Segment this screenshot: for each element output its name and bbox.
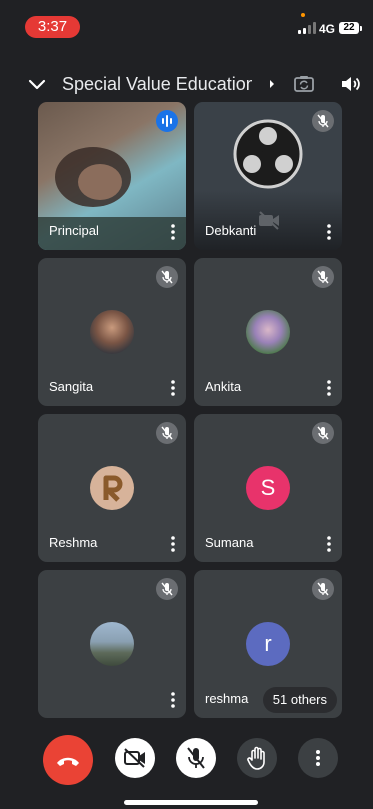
more-options-button[interactable] [298, 738, 338, 778]
participant-avatar [246, 310, 290, 354]
mic-off-icon [317, 114, 329, 128]
privacy-indicator [301, 13, 305, 17]
switch-camera-icon[interactable] [292, 72, 316, 96]
participant-avatar [90, 622, 134, 666]
participant-name: Reshma [49, 535, 98, 550]
more-vert-icon [316, 750, 320, 766]
participant-name: Debkanti [205, 223, 257, 238]
muted-indicator [156, 422, 178, 444]
participant-name: Principal [49, 223, 99, 238]
participant-tile-sangita[interactable]: Sangita [38, 258, 186, 406]
muted-indicator [312, 266, 334, 288]
participant-tile-sumana[interactable]: S Sumana [194, 414, 342, 562]
participant-name: Sangita [49, 379, 94, 394]
letter-avatar: S [246, 466, 290, 510]
status-bar: 3:37 4G 22 [0, 0, 373, 50]
more-vert-icon[interactable] [322, 534, 336, 554]
participant-tile-others[interactable]: r reshma 51 others [194, 570, 342, 718]
mic-off-icon [161, 270, 173, 284]
raise-hand-button[interactable] [237, 738, 277, 778]
more-vert-icon[interactable] [166, 378, 180, 398]
network-type: 4G [319, 22, 336, 36]
muted-indicator [156, 578, 178, 600]
chevron-down-icon[interactable] [25, 72, 49, 96]
signal-icon [298, 22, 316, 34]
mic-off-icon [317, 582, 329, 596]
participant-tile-principal[interactable]: Principal [38, 102, 186, 250]
end-call-button[interactable] [43, 735, 93, 785]
mic-off-icon [187, 747, 205, 769]
mic-off-icon [317, 426, 329, 440]
more-vert-icon[interactable] [322, 222, 336, 242]
call-time-pill[interactable]: 3:37 [25, 16, 80, 38]
meeting-header: Special Value Education... [0, 62, 373, 106]
battery-icon: 22 [339, 22, 359, 34]
participant-tile-reshma[interactable]: Reshma [38, 414, 186, 562]
letter-r-pendant [103, 475, 123, 502]
speaking-indicator [156, 110, 178, 132]
meeting-title[interactable]: Special Value Education... [62, 73, 252, 95]
camera-toggle-button[interactable] [115, 738, 155, 778]
more-vert-icon[interactable] [166, 690, 180, 710]
more-vert-icon[interactable] [322, 378, 336, 398]
chevron-right-icon[interactable] [260, 72, 284, 96]
speaker-icon[interactable] [338, 72, 362, 96]
battery-tip [360, 26, 362, 31]
mic-off-icon [161, 426, 173, 440]
others-count-pill[interactable]: 51 others [262, 687, 337, 713]
participant-tile-debkanti[interactable]: Debkanti [194, 102, 342, 250]
participant-tile-unnamed[interactable] [38, 570, 186, 718]
mic-toggle-button[interactable] [176, 738, 216, 778]
more-vert-icon[interactable] [166, 222, 180, 242]
home-indicator[interactable] [124, 800, 258, 805]
camera-off-icon [124, 748, 145, 768]
audio-wave-icon [162, 115, 172, 127]
muted-indicator [156, 266, 178, 288]
mic-off-icon [161, 582, 173, 596]
participant-avatar [90, 466, 134, 510]
muted-indicator [312, 110, 334, 132]
more-vert-icon[interactable] [166, 534, 180, 554]
participant-name: Ankita [205, 379, 242, 394]
participant-name: reshma [205, 691, 249, 706]
muted-indicator [312, 422, 334, 444]
participant-avatar [90, 310, 134, 354]
mic-off-icon [317, 270, 329, 284]
participant-name: Sumana [205, 535, 254, 550]
muted-indicator [312, 578, 334, 600]
camera-off-icon [259, 211, 279, 230]
hand-icon [247, 746, 265, 770]
participant-tile-ankita[interactable]: Ankita [194, 258, 342, 406]
letter-avatar: r [246, 622, 290, 666]
end-call-icon [57, 757, 79, 766]
